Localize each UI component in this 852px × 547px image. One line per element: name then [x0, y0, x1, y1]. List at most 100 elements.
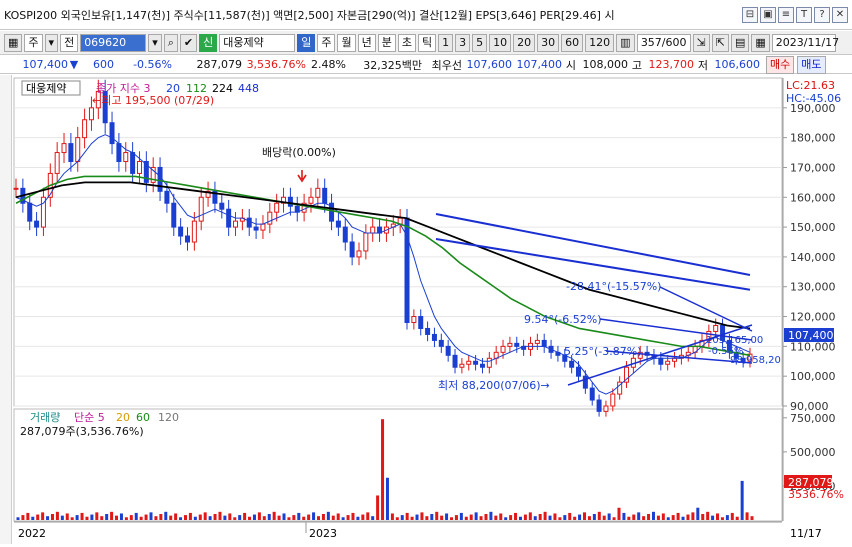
- period-day[interactable]: 일: [297, 33, 316, 52]
- interval-60[interactable]: 60: [561, 33, 584, 52]
- period-month[interactable]: 월: [337, 33, 356, 52]
- volume-bar: [587, 516, 591, 520]
- stock-code-input[interactable]: 069620: [80, 33, 147, 52]
- volume-bar: [533, 516, 537, 520]
- close-icon[interactable]: ✕: [832, 6, 848, 23]
- candle-body: [603, 405, 609, 412]
- volume-bar: [750, 516, 754, 520]
- candle-body: [582, 375, 588, 389]
- date-input[interactable]: 2023/11/17: [771, 33, 839, 52]
- volume-bar: [272, 511, 276, 520]
- maximize-icon[interactable]: ▣: [760, 6, 776, 23]
- period-tick[interactable]: 틱: [417, 33, 437, 52]
- zoom-icon[interactable]: ⇲: [692, 33, 710, 52]
- volume-ma-prefix: 단순 5: [74, 411, 105, 424]
- settings-icon[interactable]: ▥: [616, 33, 635, 52]
- interval-5[interactable]: 5: [472, 33, 488, 52]
- code-dropdown-icon[interactable]: ▾: [148, 33, 162, 52]
- volume-bar: [430, 514, 434, 520]
- volume-bar: [341, 517, 345, 520]
- menu-icon[interactable]: ≡: [778, 6, 794, 23]
- buy-button[interactable]: 매수: [766, 55, 795, 74]
- candle-body: [438, 339, 444, 347]
- title-bar: KOSPI200 외국인보유[1,147(천)] 주식수[11,587(천)] …: [0, 0, 852, 30]
- period-week[interactable]: 주: [317, 33, 336, 52]
- stock-chart[interactable]: 90,000100,000110,000120,000130,000140,00…: [0, 75, 852, 544]
- volume-bar: [238, 515, 242, 520]
- volume-bar: [720, 517, 724, 520]
- volume-bar: [50, 514, 54, 520]
- volume-bar: [312, 512, 316, 520]
- interval-120[interactable]: 120: [585, 33, 615, 52]
- volume-bar: [223, 515, 227, 520]
- type-select[interactable]: 주: [24, 33, 43, 52]
- candle-body: [27, 202, 33, 222]
- interval-30[interactable]: 30: [537, 33, 560, 52]
- candle-body: [109, 122, 115, 145]
- candle-body: [54, 152, 60, 174]
- volume-bar: [716, 513, 720, 520]
- volume-bar: [740, 480, 744, 520]
- interval-1[interactable]: 1: [438, 33, 454, 52]
- volume-bar: [464, 516, 468, 520]
- volume-bar: [573, 516, 577, 520]
- period-second[interactable]: 초: [397, 33, 416, 52]
- volume-bar: [504, 517, 508, 520]
- volume-bar: [41, 512, 45, 520]
- volume-bar: [21, 515, 25, 520]
- candle-body: [267, 211, 273, 225]
- volume-bar: [95, 512, 99, 520]
- interval-20[interactable]: 20: [513, 33, 536, 52]
- period-year[interactable]: 년: [357, 33, 376, 52]
- volume-bar: [302, 516, 306, 520]
- text-icon[interactable]: T: [796, 6, 812, 23]
- grid-icon[interactable]: ▦: [4, 33, 23, 52]
- help-icon[interactable]: ?: [814, 6, 830, 23]
- candle-body: [411, 316, 417, 324]
- volume-bar: [735, 516, 739, 520]
- volume-bar: [248, 516, 252, 520]
- chart-area[interactable]: 90,000 100,000 110,000 120,000 130,000 140,00…: [0, 75, 852, 544]
- volume-bar: [65, 513, 69, 520]
- split-icon[interactable]: ⇱: [711, 33, 729, 52]
- calendar-icon[interactable]: ▦: [751, 33, 770, 52]
- volume-bar: [183, 515, 187, 520]
- search-icon[interactable]: ⌕: [163, 33, 178, 52]
- volume-bar: [351, 512, 355, 520]
- volume-bar: [454, 515, 458, 520]
- volume-bar: [523, 514, 527, 520]
- candle-body: [541, 339, 547, 347]
- period-minute[interactable]: 분: [377, 33, 396, 52]
- volume-bar: [149, 512, 153, 520]
- save-icon[interactable]: ▤: [730, 33, 750, 52]
- volume-bar: [420, 512, 424, 520]
- interval-3[interactable]: 3: [455, 33, 471, 52]
- volume-bar: [538, 514, 542, 520]
- minimize-icon[interactable]: ⊟: [742, 6, 758, 23]
- volume-bar: [558, 517, 562, 520]
- trade-amount: 32,325백만: [363, 58, 422, 72]
- page-count[interactable]: 357/600: [636, 33, 691, 52]
- chevron-down-icon[interactable]: ▾: [44, 33, 59, 52]
- window-controls: ⊟ ▣ ≡ T ? ✕: [742, 6, 852, 23]
- volume-bar: [440, 515, 444, 520]
- volume-ma-20: 20: [116, 411, 130, 424]
- sell-button[interactable]: 매도: [797, 55, 826, 74]
- prev-button[interactable]: 전: [60, 33, 79, 52]
- candle-body: [589, 387, 595, 401]
- volume-bar: [745, 512, 749, 520]
- bookmark-icon[interactable]: ✔: [179, 33, 198, 52]
- volume-bar: [518, 516, 522, 520]
- volume-bar: [277, 515, 281, 520]
- hc-readout: HC:-45.06: [786, 92, 841, 105]
- low-annotation: 최저 88,200(07/06)→: [438, 379, 550, 392]
- volume-bar: [119, 513, 123, 520]
- interval-10[interactable]: 10: [489, 33, 512, 52]
- turnover: 2.48%: [311, 58, 346, 71]
- volume-bar: [55, 511, 59, 520]
- best-ask: 107,600: [466, 58, 513, 71]
- volume-bar: [90, 514, 94, 520]
- candle-body: [164, 190, 170, 204]
- volume-bar: [499, 513, 503, 520]
- volume-bar: [361, 514, 365, 520]
